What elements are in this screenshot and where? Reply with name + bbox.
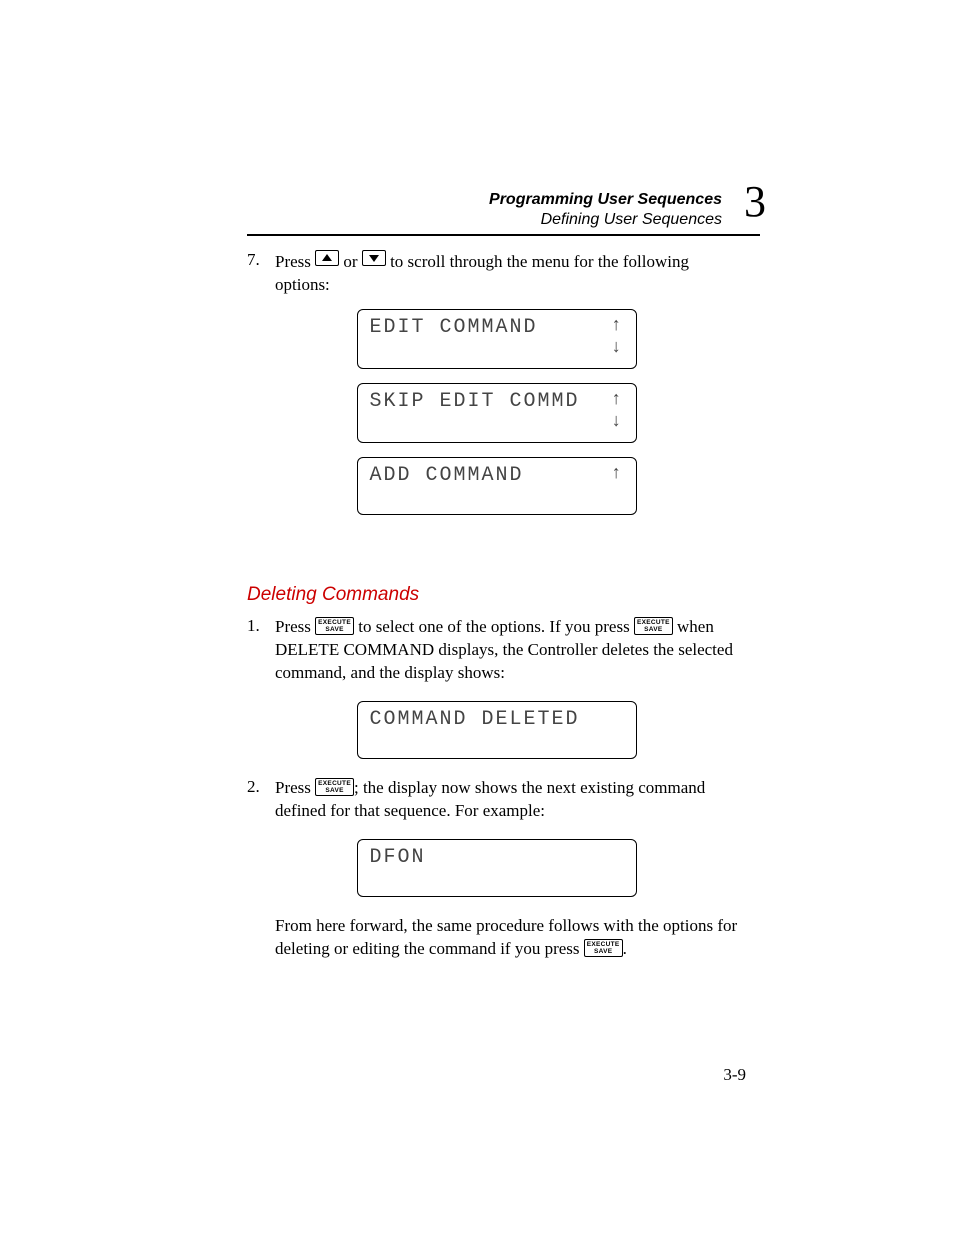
step-text: Press or to scroll through the menu for …	[275, 250, 746, 297]
lcd-text: SKIP EDIT COMMD	[370, 390, 624, 413]
closing-a: From here forward, the same procedure fo…	[275, 916, 737, 958]
lcd-add-command: ADD COMMAND ↑	[357, 457, 637, 515]
execute-save-key: EXECUTESAVE	[584, 939, 623, 957]
text-press: Press	[275, 617, 315, 636]
chapter-number: 3	[744, 180, 766, 224]
lcd-dfon: DFON	[357, 839, 637, 897]
arrow-down-icon: ↓	[611, 338, 622, 358]
lcd-command-deleted: COMMAND DELETED	[357, 701, 637, 759]
step-7: 7. Press or to scroll through the menu f…	[247, 250, 746, 529]
text-press: Press	[275, 778, 315, 797]
step-text: From here forward, the same procedure fo…	[275, 915, 746, 961]
execute-save-key: EXECUTESAVE	[634, 617, 673, 635]
step-number: 7.	[247, 250, 275, 270]
execute-save-key: EXECUTESAVE	[315, 617, 354, 635]
closing-paragraph: From here forward, the same procedure fo…	[247, 915, 746, 961]
step-text: Press EXECUTESAVE; the display now shows…	[275, 777, 746, 823]
page: 3 Programming User Sequences Defining Us…	[0, 0, 954, 1235]
arrow-up-icon: ↑	[611, 390, 622, 410]
step-1: 1. Press EXECUTESAVE to select one of th…	[247, 616, 746, 685]
lcd-text: COMMAND DELETED	[370, 708, 624, 731]
step-text: Press EXECUTESAVE to select one of the o…	[275, 616, 746, 685]
arrow-down-key	[362, 250, 386, 266]
lcd-text: DFON	[370, 846, 624, 869]
page-number: 3-9	[723, 1065, 746, 1085]
header-subtitle: Defining User Sequences	[247, 210, 722, 230]
arrow-down-icon: ↓	[611, 412, 622, 432]
page-header: 3 Programming User Sequences Defining Us…	[247, 190, 760, 236]
lcd-text: ADD COMMAND	[370, 464, 624, 487]
subheading-deleting: Deleting Commands	[247, 584, 746, 606]
lcd-text: EDIT COMMAND	[370, 316, 624, 339]
arrow-up-key	[315, 250, 339, 266]
header-lines: 3 Programming User Sequences Defining Us…	[247, 190, 760, 230]
header-title: Programming User Sequences	[247, 190, 722, 210]
arrow-up-icon: ↑	[611, 464, 622, 484]
deleting-commands-section: Deleting Commands 1. Press EXECUTESAVE t…	[247, 566, 746, 969]
step-number: 2.	[247, 777, 275, 797]
lcd-edit-command: EDIT COMMAND ↑ ↓	[357, 309, 637, 369]
step-number: 1.	[247, 616, 275, 636]
text-press: Press	[275, 252, 315, 271]
execute-save-key: EXECUTESAVE	[315, 778, 354, 796]
closing-b: .	[623, 939, 627, 958]
step-2: 2. Press EXECUTESAVE; the display now sh…	[247, 777, 746, 823]
lcd-skip-edit: SKIP EDIT COMMD ↑ ↓	[357, 383, 637, 443]
header-rule	[247, 234, 760, 236]
text-or: or	[339, 252, 362, 271]
arrow-up-icon: ↑	[611, 316, 622, 336]
text-mid: to select one of the options. If you pre…	[354, 617, 634, 636]
